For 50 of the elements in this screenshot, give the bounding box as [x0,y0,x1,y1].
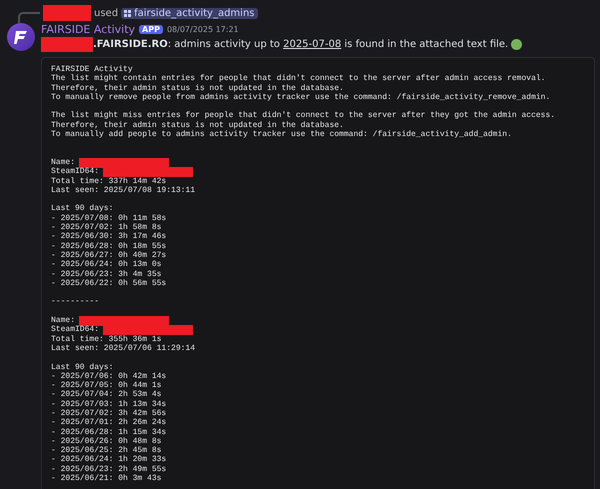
file-line: Last seen: 2025/07/08 19:13:11 [51,186,196,196]
file-line: Last 90 days: [51,204,114,214]
file-line: - 2025/07/01: 2h 26m 24s [51,418,166,428]
file-line: - 2025/06/23: 3h 4m 35s [51,270,162,279]
file-line: - 2025/07/03: 1h 13m 34s [51,400,166,409]
file-line: - 2025/06/27: 0h 40m 27s [51,250,166,260]
file-line: - 2025/06/25: 2h 45m 8s [51,446,162,456]
file-line: - 2025/06/21: 0h 3m 43s [51,474,162,484]
command-icon [124,10,132,16]
file-line: - 2025/07/05: 0h 44m 1s [51,381,162,390]
file-line: - 2025/06/24: 0h 13m 0s [51,260,162,270]
file-line: Therefore, their admin status is not updated in the database. [51,120,344,130]
field-label: Name: [51,316,76,326]
command-chip[interactable]: fairside_activity_admins [121,8,258,18]
file-line: - 2025/06/24: 1h 20m 33s [51,455,166,465]
used-label: used [94,8,118,18]
circle-emoji-icon [511,38,522,50]
file-line: Last seen: 2025/07/06 11:29:14 [51,344,196,354]
field-label: SteamID64: [51,325,100,335]
file-line: Total time: 337h 14m 42s [51,176,166,186]
file-line: The list might miss entries for people that didn't connect to the server after they got the admin access. [51,111,556,121]
message-text: .FAIRSIDE.RO: admins activity up to 2025-07-08 is found in the attached text file. [93,38,508,50]
file-line: Total time: 355h 36m 1s [51,334,162,344]
file-line: To manually remove people from admins activity tracker use the command: /fairside_activity_remove_admin. [51,92,550,102]
file-line: - 2025/07/02: 3h 42m 56s [51,408,166,418]
redaction-mark [41,36,93,52]
timestamp: 08/07/2025 17:21 [166,24,239,34]
file-line: Therefore, their admin status is not updated in the database. [51,84,344,93]
file-line: To manually add people to admins activity tracker use the command: /fairside_activity_add_admin. [51,130,512,140]
avatar[interactable] [7,23,35,51]
file-line: - 2025/07/02: 1h 58m 8s [51,223,162,232]
author-name[interactable]: FAIRSIDE Activity [41,22,136,36]
file-line: - 2025/07/06: 0h 42m 14s [51,372,166,381]
file-line: - 2025/06/22: 0h 56m 55s [51,278,166,288]
file-line: The list might contain entries for people that didn't connect to the server after admin access removal. [51,74,546,84]
file-line: - 2025/06/23: 2h 49m 55s [51,464,166,474]
date-link[interactable]: 2025-07-08 [283,38,342,50]
file-line: - 2025/07/08: 0h 11m 58s [51,214,166,223]
file-line: - 2025/07/04: 2h 53m 4s [51,390,162,400]
field-label: SteamID64: [51,167,100,177]
file-line: - 2025/06/28: 0h 18m 55s [51,242,166,251]
file-line: - 2025/06/30: 3h 17m 46s [51,232,166,242]
app-badge: APP [139,24,163,34]
file-line: FAIRSIDE Activity [51,65,133,74]
field-label: Name: [51,158,76,168]
file-line: Last 90 days: [51,362,114,372]
file-line: - 2025/06/26: 0h 48m 8s [51,436,162,446]
file-line: - 2025/06/28: 1h 15m 34s [51,428,166,437]
file-line: ---------- [51,297,100,307]
redaction-mark [43,5,91,21]
